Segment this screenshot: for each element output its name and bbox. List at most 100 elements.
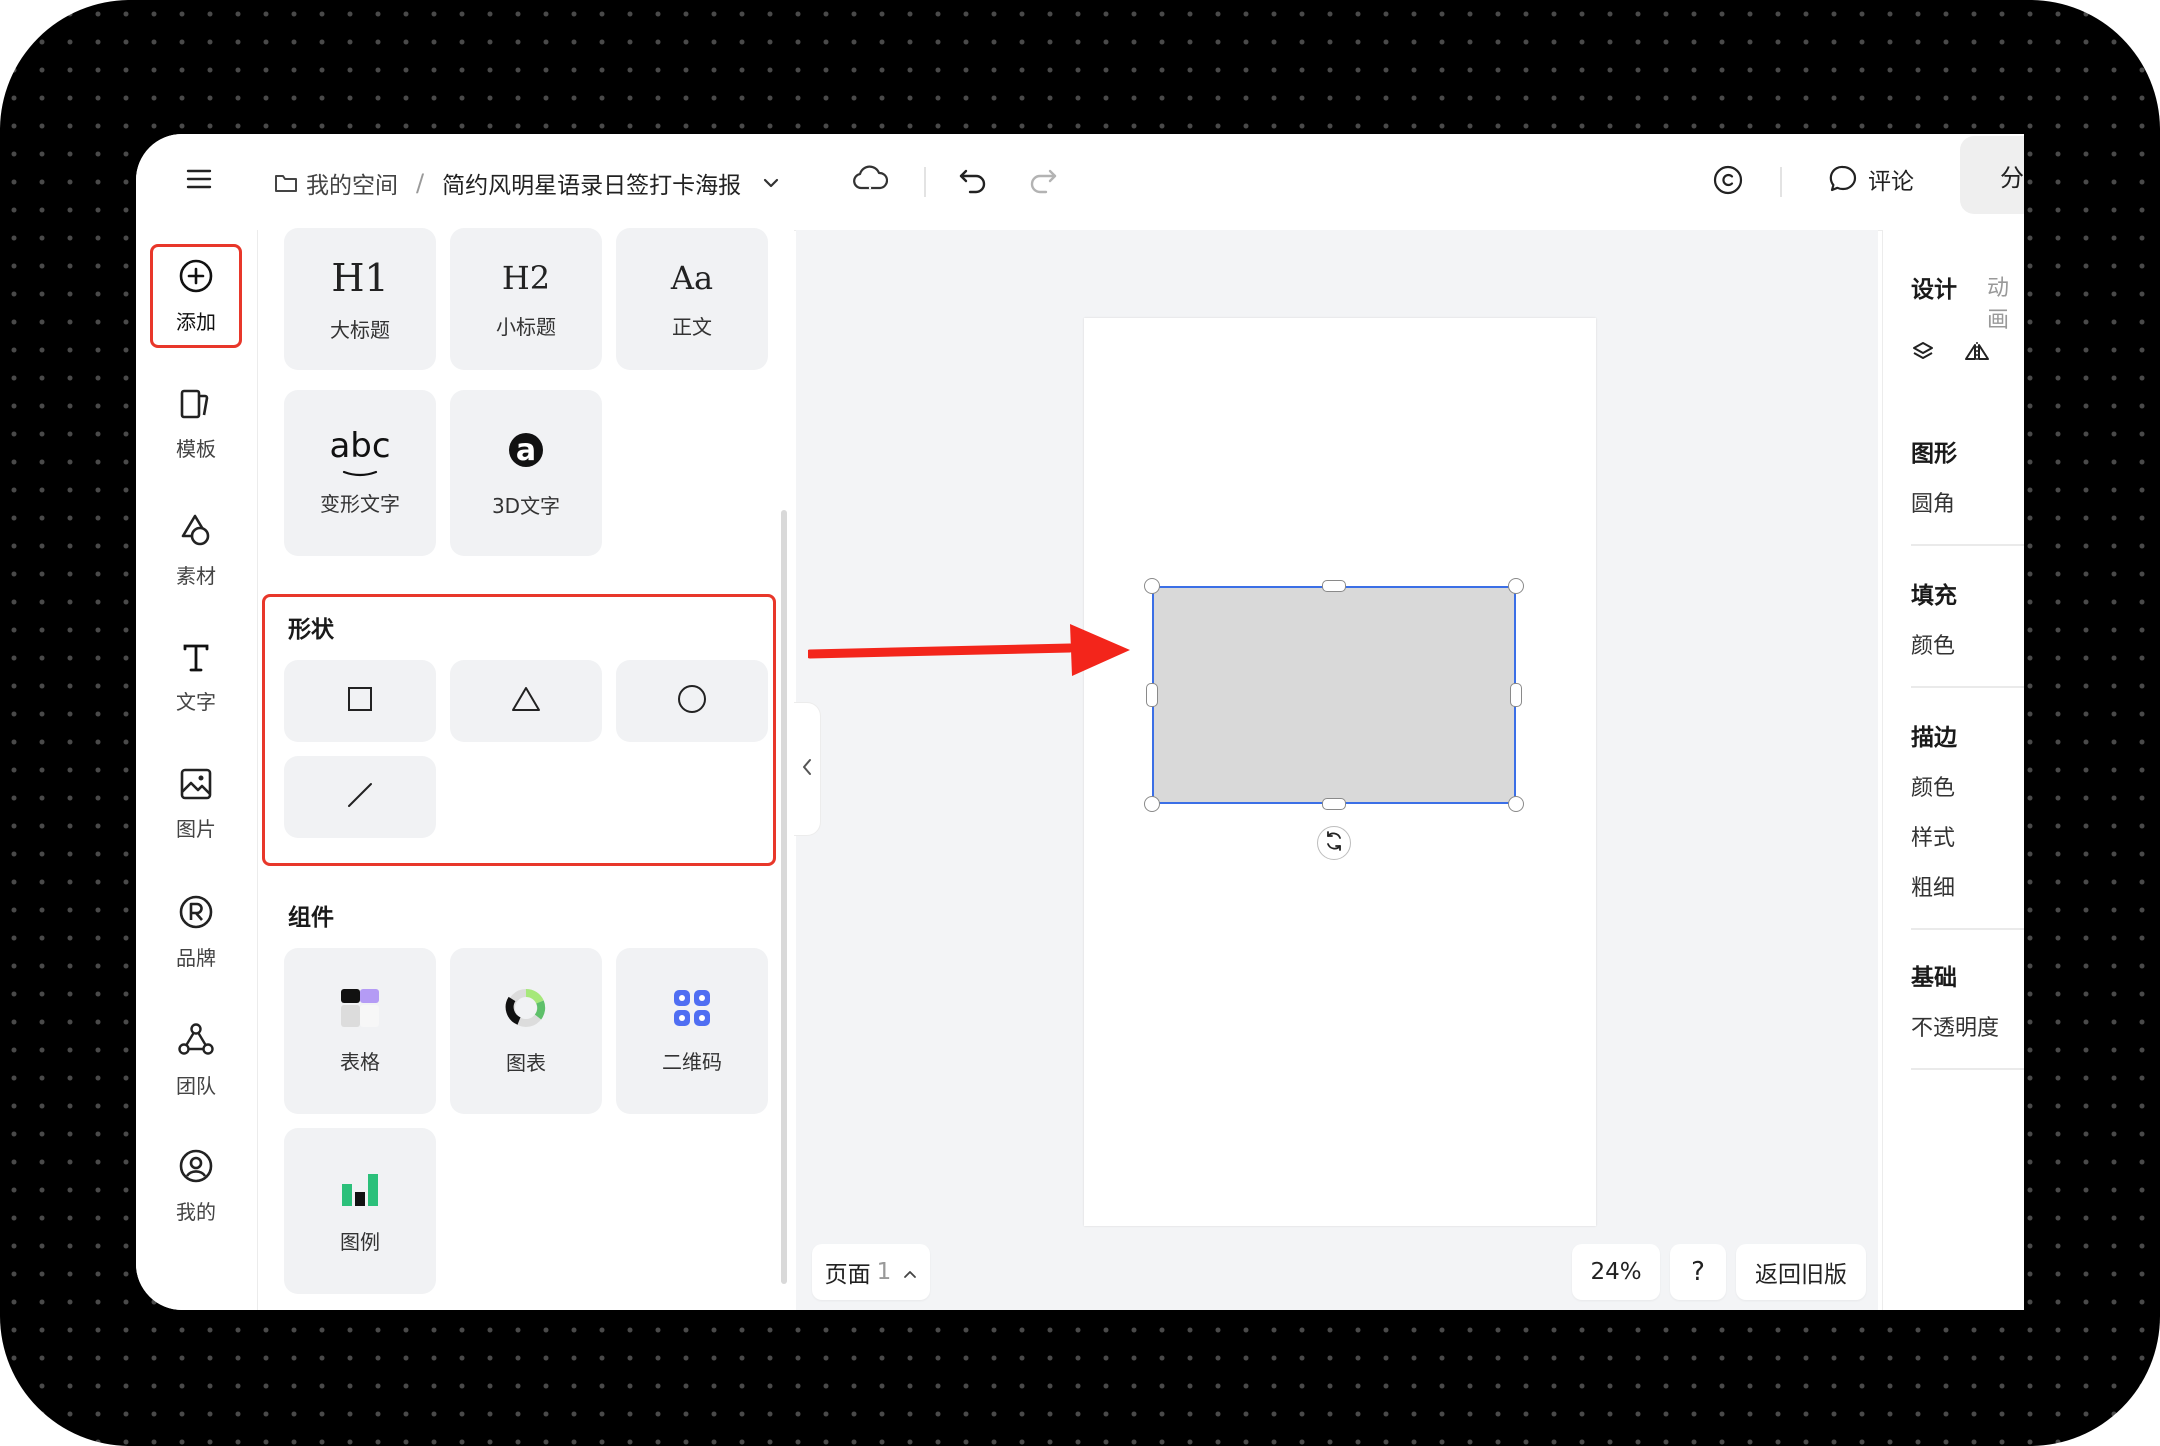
- tile-label: 3D文字: [491, 493, 561, 518]
- section-basic-title: 基础: [1911, 965, 1957, 991]
- resize-handle-top-right[interactable]: [1508, 578, 1524, 594]
- components-section-title: 组件: [288, 905, 334, 931]
- rotate-handle[interactable]: [1317, 826, 1351, 860]
- stroke-style-label[interactable]: 样式: [1911, 820, 1955, 852]
- text-tile-body[interactable]: Aa 正文: [616, 228, 768, 370]
- share-button[interactable]: 分: [1960, 136, 2024, 214]
- rail-label: 图片: [176, 816, 216, 841]
- shape-circle-button[interactable]: [616, 660, 768, 742]
- resize-handle-top[interactable]: [1322, 580, 1346, 592]
- tab-design[interactable]: 设计: [1911, 270, 1957, 304]
- tile-label: 变形文字: [320, 492, 400, 516]
- page-selector[interactable]: 页面 1: [812, 1244, 930, 1300]
- rail-item-text[interactable]: 文字: [150, 626, 242, 730]
- resize-handle-top-left[interactable]: [1144, 578, 1160, 594]
- rail-label: 品牌: [176, 945, 216, 970]
- corner-radius-label[interactable]: 圆角: [1911, 486, 1955, 518]
- resize-handle-right[interactable]: [1510, 683, 1522, 707]
- shapes-section-title: 形状: [288, 617, 334, 643]
- section-stroke-title: 描边: [1911, 725, 1957, 751]
- asset-panel: H1 大标题 H2 小标题 Aa 正文 abc 变形文字 a 3D文字 形状 组…: [258, 228, 794, 1310]
- component-chart-button[interactable]: 图表: [450, 948, 602, 1114]
- shape-line-button[interactable]: [284, 756, 436, 838]
- component-table-button[interactable]: 表格: [284, 948, 436, 1114]
- zoom-level[interactable]: 24%: [1572, 1244, 1660, 1300]
- properties-panel: 设计 动画 图形 圆角 填充 颜色 描边 颜色 样式 粗细 基础 不透明度: [1882, 230, 2024, 1310]
- plus-circle-icon: [178, 258, 214, 298]
- rail-item-add[interactable]: 添加: [150, 244, 242, 348]
- rail-item-team[interactable]: 团队: [150, 1008, 242, 1112]
- cloud-save-icon[interactable]: [852, 164, 888, 194]
- chevron-up-icon: [903, 1259, 917, 1285]
- opacity-label[interactable]: 不透明度: [1911, 1010, 1999, 1042]
- component-qrcode-button[interactable]: 二维码: [616, 948, 768, 1114]
- divider: [1911, 544, 2024, 546]
- copyright-icon[interactable]: [1712, 164, 1744, 196]
- resize-handle-left[interactable]: [1146, 683, 1158, 707]
- stroke-width-label[interactable]: 粗细: [1911, 870, 1955, 902]
- qrcode-icon: [672, 988, 712, 1032]
- rail-item-template[interactable]: 模板: [150, 372, 242, 476]
- panel-scrollbar[interactable]: [781, 510, 787, 1284]
- resize-handle-bottom[interactable]: [1322, 798, 1346, 810]
- collapse-panel-button[interactable]: [794, 702, 821, 836]
- page-number: 1: [876, 1259, 892, 1285]
- layers-icon[interactable]: [1911, 340, 1935, 368]
- material-icon: [178, 512, 214, 552]
- component-legend-button[interactable]: 图例: [284, 1128, 436, 1294]
- shape-triangle-button[interactable]: [450, 660, 602, 742]
- comment-button[interactable]: 评论: [1828, 162, 1914, 196]
- document-title[interactable]: 简约风明星语录日签打卡海报: [442, 166, 741, 200]
- resize-handle-bottom-left[interactable]: [1144, 796, 1160, 812]
- text-tile-h2[interactable]: H2 小标题: [450, 228, 602, 370]
- line-icon: [345, 780, 375, 814]
- rotate-icon: [1323, 830, 1345, 856]
- divider: [1911, 686, 2024, 688]
- fill-color-label[interactable]: 颜色: [1911, 628, 1955, 660]
- shape-rectangle-button[interactable]: [284, 660, 436, 742]
- donut-chart-icon: [505, 987, 547, 1033]
- rail-item-material[interactable]: 素材: [150, 498, 242, 602]
- rail-item-image[interactable]: 图片: [150, 752, 242, 856]
- chevron-left-icon: [801, 758, 813, 780]
- text-tile-3d[interactable]: a 3D文字: [450, 390, 602, 556]
- selection-box: [1152, 586, 1516, 804]
- image-icon: [179, 767, 213, 805]
- divider: [1780, 167, 1782, 197]
- h1-glyph: H1: [331, 255, 389, 300]
- tile-label: 大标题: [330, 317, 390, 342]
- breadcrumb: 我的空间 / 简约风明星语录日签打卡海报: [274, 166, 779, 200]
- help-button[interactable]: ?: [1670, 1244, 1726, 1300]
- back-to-old-version-button[interactable]: 返回旧版: [1736, 1244, 1866, 1300]
- undo-icon[interactable]: [958, 166, 988, 194]
- breadcrumb-space[interactable]: 我的空间: [306, 166, 398, 200]
- tile-label: 图表: [506, 1050, 546, 1075]
- text-tile-h1[interactable]: H1 大标题: [284, 228, 436, 370]
- svg-text:a: a: [516, 433, 536, 468]
- resize-handle-bottom-right[interactable]: [1508, 796, 1524, 812]
- rail-item-mine[interactable]: 我的: [150, 1134, 242, 1238]
- tab-animation[interactable]: 动画: [1987, 270, 2024, 334]
- stroke-color-label[interactable]: 颜色: [1911, 770, 1955, 802]
- rail-label: 文字: [176, 689, 216, 714]
- divider: [924, 167, 926, 197]
- template-icon: [179, 387, 213, 425]
- divider: [1911, 928, 2024, 930]
- chevron-down-icon[interactable]: [763, 177, 779, 189]
- left-rail: 添加 模板 素材 文字 图片 品牌 团队 我的: [136, 230, 258, 1310]
- rail-label: 团队: [176, 1073, 216, 1098]
- tile-label: 二维码: [662, 1049, 722, 1074]
- top-bar: 我的空间 / 简约风明星语录日签打卡海报 评论 分: [136, 134, 2024, 231]
- text-tile-warp[interactable]: abc 变形文字: [284, 390, 436, 556]
- annotation-arrow: [805, 620, 1132, 696]
- redo-icon[interactable]: [1028, 166, 1058, 194]
- rail-label: 素材: [176, 563, 216, 588]
- menu-icon[interactable]: [186, 166, 212, 192]
- rail-item-brand[interactable]: 品牌: [150, 880, 242, 984]
- flip-icon[interactable]: [1963, 340, 1991, 368]
- rail-label: 我的: [176, 1199, 216, 1224]
- rail-label: 模板: [176, 436, 216, 461]
- table-icon: [340, 988, 380, 1032]
- aa-glyph: Aa: [670, 258, 714, 297]
- h2-glyph: H2: [501, 258, 551, 297]
